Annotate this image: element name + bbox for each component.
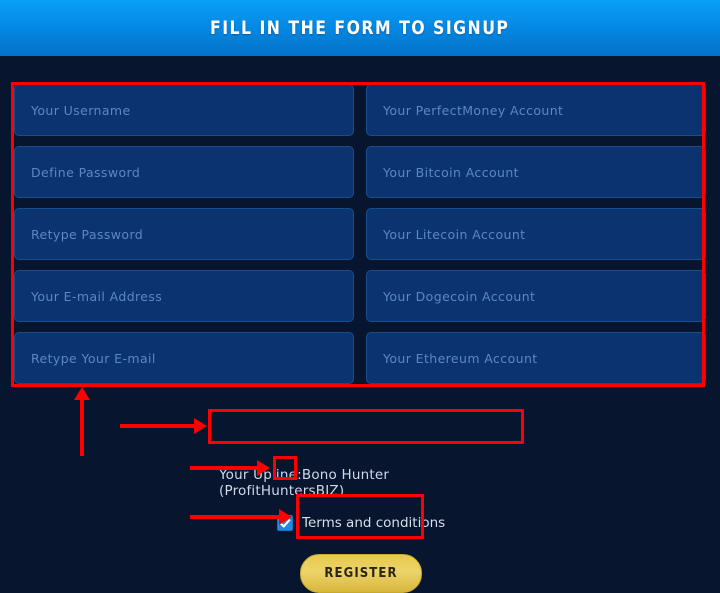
field-email[interactable]: Your E-mail Address: [14, 270, 354, 322]
form-fields-grid: Your Username Define Password Retype Pas…: [14, 84, 706, 384]
annotation-arrowhead-to-upline: [194, 418, 207, 434]
register-button-label: REGISTER: [324, 566, 398, 581]
field-bitcoin-account-placeholder: Your Bitcoin Account: [383, 164, 519, 180]
field-litecoin-account-placeholder: Your Litecoin Account: [383, 226, 526, 242]
field-ethereum-account-placeholder: Your Ethereum Account: [383, 350, 538, 366]
field-retype-password[interactable]: Retype Password: [14, 208, 354, 260]
field-bitcoin-account[interactable]: Your Bitcoin Account: [366, 146, 706, 198]
field-retype-password-placeholder: Retype Password: [31, 226, 144, 242]
form-column-right: Your PerfectMoney Account Your Bitcoin A…: [366, 84, 706, 384]
field-username[interactable]: Your Username: [14, 84, 354, 136]
field-dogecoin-account[interactable]: Your Dogecoin Account: [366, 270, 706, 322]
annotation-arrow-shaft-to-terms: [190, 466, 258, 470]
annotation-arrowhead-to-register: [279, 509, 292, 525]
field-retype-email[interactable]: Retype Your E-mail: [14, 332, 354, 384]
signup-form: Your Username Define Password Retype Pas…: [0, 56, 720, 593]
annotation-arrow-shaft-to-register: [190, 515, 280, 519]
terms-row[interactable]: Terms and conditions: [277, 515, 445, 531]
field-define-password[interactable]: Define Password: [14, 146, 354, 198]
terms-label: Terms and conditions: [302, 515, 446, 531]
annotation-arrowhead-to-terms: [257, 460, 270, 476]
annotation-arrow-shaft-to-upline: [120, 424, 195, 428]
annotation-arrowhead-to-form: [74, 387, 90, 400]
page-title: FILL IN THE FORM TO SIGNUP: [210, 17, 510, 39]
field-username-placeholder: Your Username: [31, 102, 131, 118]
field-dogecoin-account-placeholder: Your Dogecoin Account: [383, 288, 536, 304]
field-retype-email-placeholder: Retype Your E-mail: [31, 350, 156, 366]
upline-info: Your Upline:Bono Hunter (ProfitHuntersBI…: [211, 467, 511, 499]
field-litecoin-account[interactable]: Your Litecoin Account: [366, 208, 706, 260]
field-ethereum-account[interactable]: Your Ethereum Account: [366, 332, 706, 384]
form-column-left: Your Username Define Password Retype Pas…: [14, 84, 354, 384]
field-email-placeholder: Your E-mail Address: [31, 288, 163, 304]
field-define-password-placeholder: Define Password: [31, 164, 141, 180]
register-button[interactable]: REGISTER: [300, 554, 422, 593]
field-perfectmoney-account[interactable]: Your PerfectMoney Account: [366, 84, 706, 136]
page-header: FILL IN THE FORM TO SIGNUP: [0, 0, 720, 56]
field-perfectmoney-account-placeholder: Your PerfectMoney Account: [383, 102, 564, 118]
annotation-arrow-shaft-to-form: [80, 399, 84, 456]
